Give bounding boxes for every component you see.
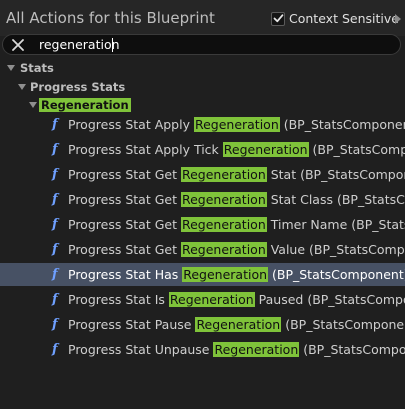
function-icon: f (52, 267, 58, 282)
action-item-label: Progress Stat Pause Regeneration (BP_Sta… (68, 317, 405, 332)
close-icon[interactable] (12, 39, 24, 51)
context-sensitive-label: Context Sensitive (289, 11, 399, 26)
expand-arrow-icon[interactable] (7, 65, 15, 71)
search-match-highlight: Regeneration (195, 317, 282, 332)
search-match-highlight: Regeneration (168, 292, 255, 307)
label-suffix: (BP_StatsCompone (312, 142, 405, 157)
text-caret (112, 38, 113, 52)
action-item-label: Progress Stat Get Regeneration Stat Clas… (68, 192, 405, 207)
action-item[interactable]: f Progress Stat Apply Regeneration (BP_St… (0, 113, 405, 136)
action-item[interactable]: f Progress Stat Pause Regeneration (BP_St… (0, 313, 405, 336)
action-item[interactable]: f Progress Stat Get Regeneration Stat Cla… (0, 188, 405, 211)
category-label: Progress Stats (30, 80, 126, 94)
label-suffix: Timer Name (BP_StatsCor (270, 217, 405, 232)
label-prefix: Progress Stat Get (68, 192, 181, 207)
action-item[interactable]: f Progress Stat Is Regeneration Paused (B… (0, 288, 405, 311)
action-item[interactable]: f Progress Stat Apply Tick Regeneration (… (0, 138, 405, 161)
search-match-highlight: Regeneration (180, 167, 267, 182)
function-icon: f (52, 167, 58, 182)
action-item-label: Progress Stat Unpause Regeneration (BP_S… (68, 342, 405, 357)
function-icon: f (52, 242, 58, 257)
action-item[interactable]: f Progress Stat Unpause Regeneration (BP_… (0, 338, 405, 361)
label-suffix: (BP_StatsComponent) (268, 267, 405, 282)
label-prefix: Progress Stat Unpause (68, 342, 214, 357)
label-prefix: Progress Stat Apply Tick (68, 142, 223, 157)
action-item[interactable]: f Progress Stat Get Regeneration Stat (BP… (0, 163, 405, 186)
menu-header: All Actions for this Blueprint Context S… (0, 0, 405, 36)
search-match-highlight: Regeneration (182, 267, 269, 282)
category-label: Stats (20, 61, 54, 75)
expand-arrow-icon[interactable] (18, 84, 26, 90)
context-sensitive-checkbox[interactable] (271, 11, 285, 26)
action-item-label: Progress Stat Apply Regeneration (BP_Sta… (68, 117, 405, 132)
label-prefix: Progress Stat Get (68, 242, 181, 257)
search-input[interactable] (39, 36, 339, 53)
label-prefix: Progress Stat Has (68, 267, 183, 282)
label-suffix: Stat (BP_StatsComponent) (270, 167, 405, 182)
search-match-highlight: Regeneration (180, 192, 267, 207)
checkmark-icon (273, 14, 283, 23)
action-item[interactable]: f Progress Stat Get Regeneration Timer Na… (0, 213, 405, 236)
search-match-highlight: Regeneration (180, 217, 267, 232)
function-icon: f (52, 292, 58, 307)
label-suffix: (BP_StatsComponent) (285, 317, 405, 332)
action-item[interactable]: f Progress Stat Has Regeneration (BP_Stat… (0, 263, 405, 286)
action-item-label: Progress Stat Is Regeneration Paused (BP… (68, 292, 405, 307)
menu-title: All Actions for this Blueprint (6, 9, 215, 27)
context-sensitive-toggle[interactable]: Context Sensitive (271, 11, 399, 26)
function-icon: f (52, 142, 58, 157)
category-label: Regeneration (39, 98, 131, 112)
action-item[interactable]: f Progress Stat Get Regeneration Value (B… (0, 238, 405, 261)
category-label-highlight: Regeneration (39, 98, 131, 112)
label-suffix: Paused (BP_StatsCompone (258, 292, 405, 307)
label-prefix: Progress Stat Apply (68, 117, 194, 132)
label-suffix: Value (BP_StatsCompone (270, 242, 405, 257)
function-icon: f (52, 192, 58, 207)
label-suffix: (BP_StatsComponent) (283, 117, 405, 132)
search-match-highlight: Regeneration (193, 117, 280, 132)
function-icon: f (52, 217, 58, 232)
search-match-highlight: Regeneration (213, 342, 300, 357)
action-item-label: Progress Stat Get Regeneration Stat (BP_… (68, 167, 405, 182)
action-item-label: Progress Stat Has Regeneration (BP_Stats… (68, 267, 405, 282)
label-suffix: (BP_StatsComponen (303, 342, 405, 357)
action-item-label: Progress Stat Get Regeneration Timer Nam… (68, 217, 405, 232)
label-suffix: Stat Class (BP_StatsComp (270, 192, 405, 207)
function-icon: f (52, 117, 58, 132)
search-match-highlight: Regeneration (180, 242, 267, 257)
action-item-label: Progress Stat Get Regeneration Value (BP… (68, 242, 405, 257)
expand-arrow-icon[interactable] (29, 102, 37, 108)
search-box[interactable] (2, 34, 401, 55)
search-match-highlight: Regeneration (222, 142, 309, 157)
label-prefix: Progress Stat Get (68, 167, 181, 182)
label-prefix: Progress Stat Pause (68, 317, 196, 332)
function-icon: f (52, 342, 58, 357)
label-prefix: Progress Stat Is (68, 292, 169, 307)
function-icon: f (52, 317, 58, 332)
chevron-right-icon[interactable] (395, 14, 401, 24)
action-item-label: Progress Stat Apply Tick Regeneration (B… (68, 142, 405, 157)
label-prefix: Progress Stat Get (68, 217, 181, 232)
